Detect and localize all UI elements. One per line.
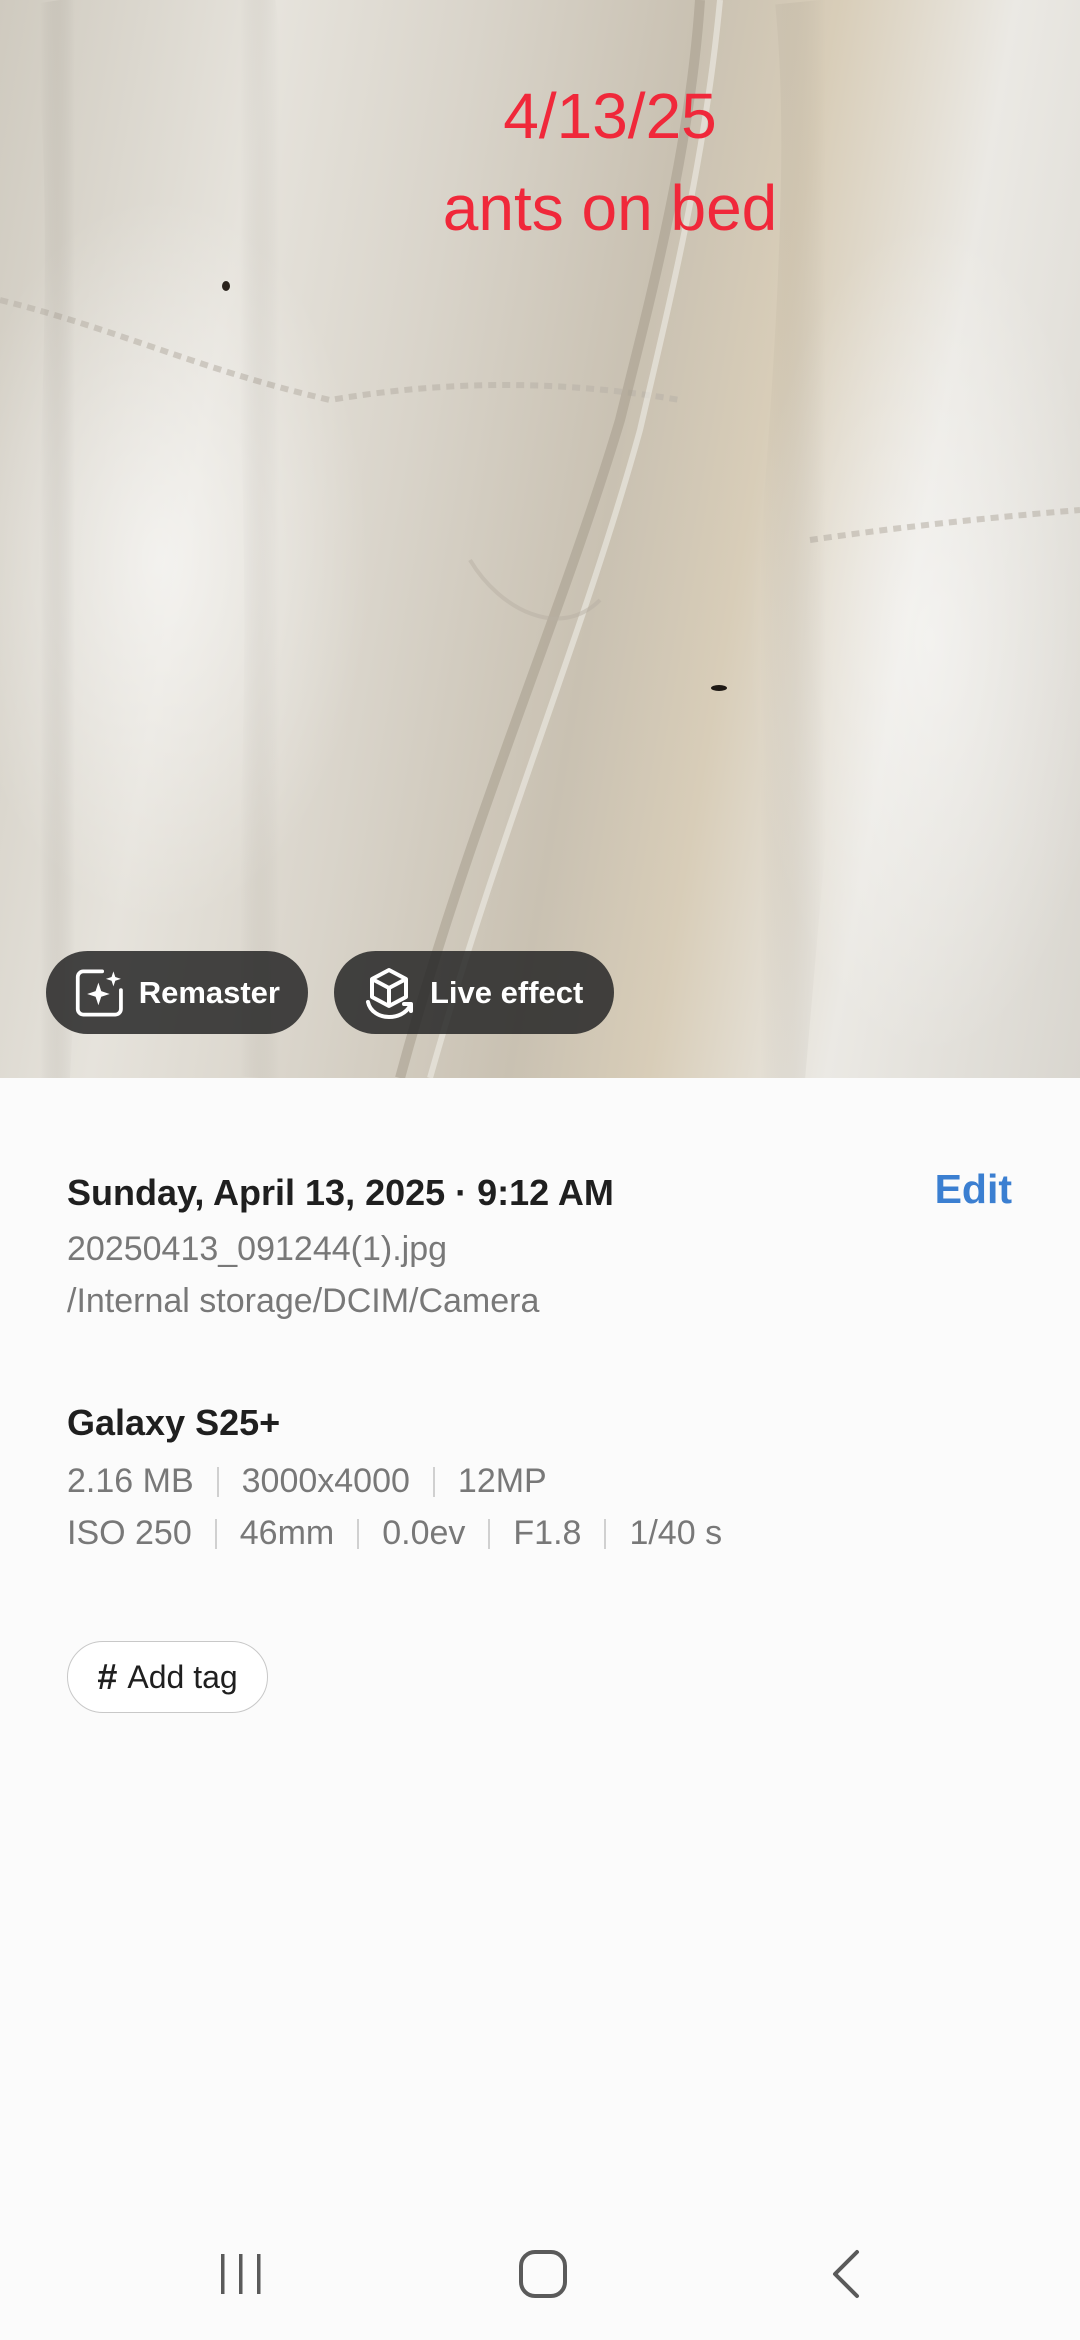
add-tag-label: Add tag [127,1658,238,1695]
recents-icon [221,2254,261,2294]
system-navigation-bar [0,2208,1080,2340]
divider [488,1518,491,1549]
divider [216,1466,219,1497]
photo-image [0,0,1080,1078]
add-tag-button[interactable]: # Add tag [67,1641,268,1713]
back-button[interactable] [795,2244,895,2304]
file-path: /Internal storage/DCIM/Camera [67,1282,540,1320]
divider [604,1518,607,1549]
recents-button[interactable] [191,2244,291,2304]
home-icon [519,2250,567,2298]
device-name: Galaxy S25+ [67,1402,281,1443]
back-icon [833,2250,859,2298]
photo-overlay-date: 4/13/25 [503,80,717,152]
home-button[interactable] [493,2244,593,2304]
photo-overlay-note: ants on bed [442,172,778,244]
remaster-button[interactable]: Remaster [46,951,308,1034]
photo-datetime: Sunday, April 13, 2025 · 9:12 AM [67,1172,614,1213]
focal-length: 46mm [239,1514,335,1552]
live-effect-label: Live effect [430,974,584,1010]
camera-specs: ISO 250 46mm 0.0ev F1.8 1/40 s [67,1514,722,1553]
megapixels: 12MP [457,1462,547,1500]
file-specs: 2.16 MB 3000x4000 12MP [67,1462,547,1501]
remaster-label: Remaster [138,974,280,1010]
shutter-speed: 1/40 s [629,1514,723,1552]
sparkle-frame-icon [75,969,123,1016]
live-effect-button[interactable]: Live effect [334,951,614,1034]
details-panel: Sunday, April 13, 2025 · 9:12 AM Edit 20… [0,1078,1080,2208]
cube-rotate-icon [366,967,413,1019]
photo-viewer[interactable]: 4/13/25 ants on bed Remaster Live effect [0,0,1080,1078]
divider [214,1518,217,1549]
iso: ISO 250 [67,1514,192,1552]
file-size: 2.16 MB [67,1462,194,1500]
file-name: 20250413_091244(1).jpg [67,1230,448,1268]
divider [357,1518,360,1549]
hash-icon: # [97,1656,118,1697]
exposure-value: 0.0ev [382,1514,466,1552]
aperture: F1.8 [513,1514,582,1552]
divider [432,1466,435,1497]
resolution: 3000x4000 [241,1462,410,1500]
edit-button[interactable]: Edit [935,1166,1012,1213]
